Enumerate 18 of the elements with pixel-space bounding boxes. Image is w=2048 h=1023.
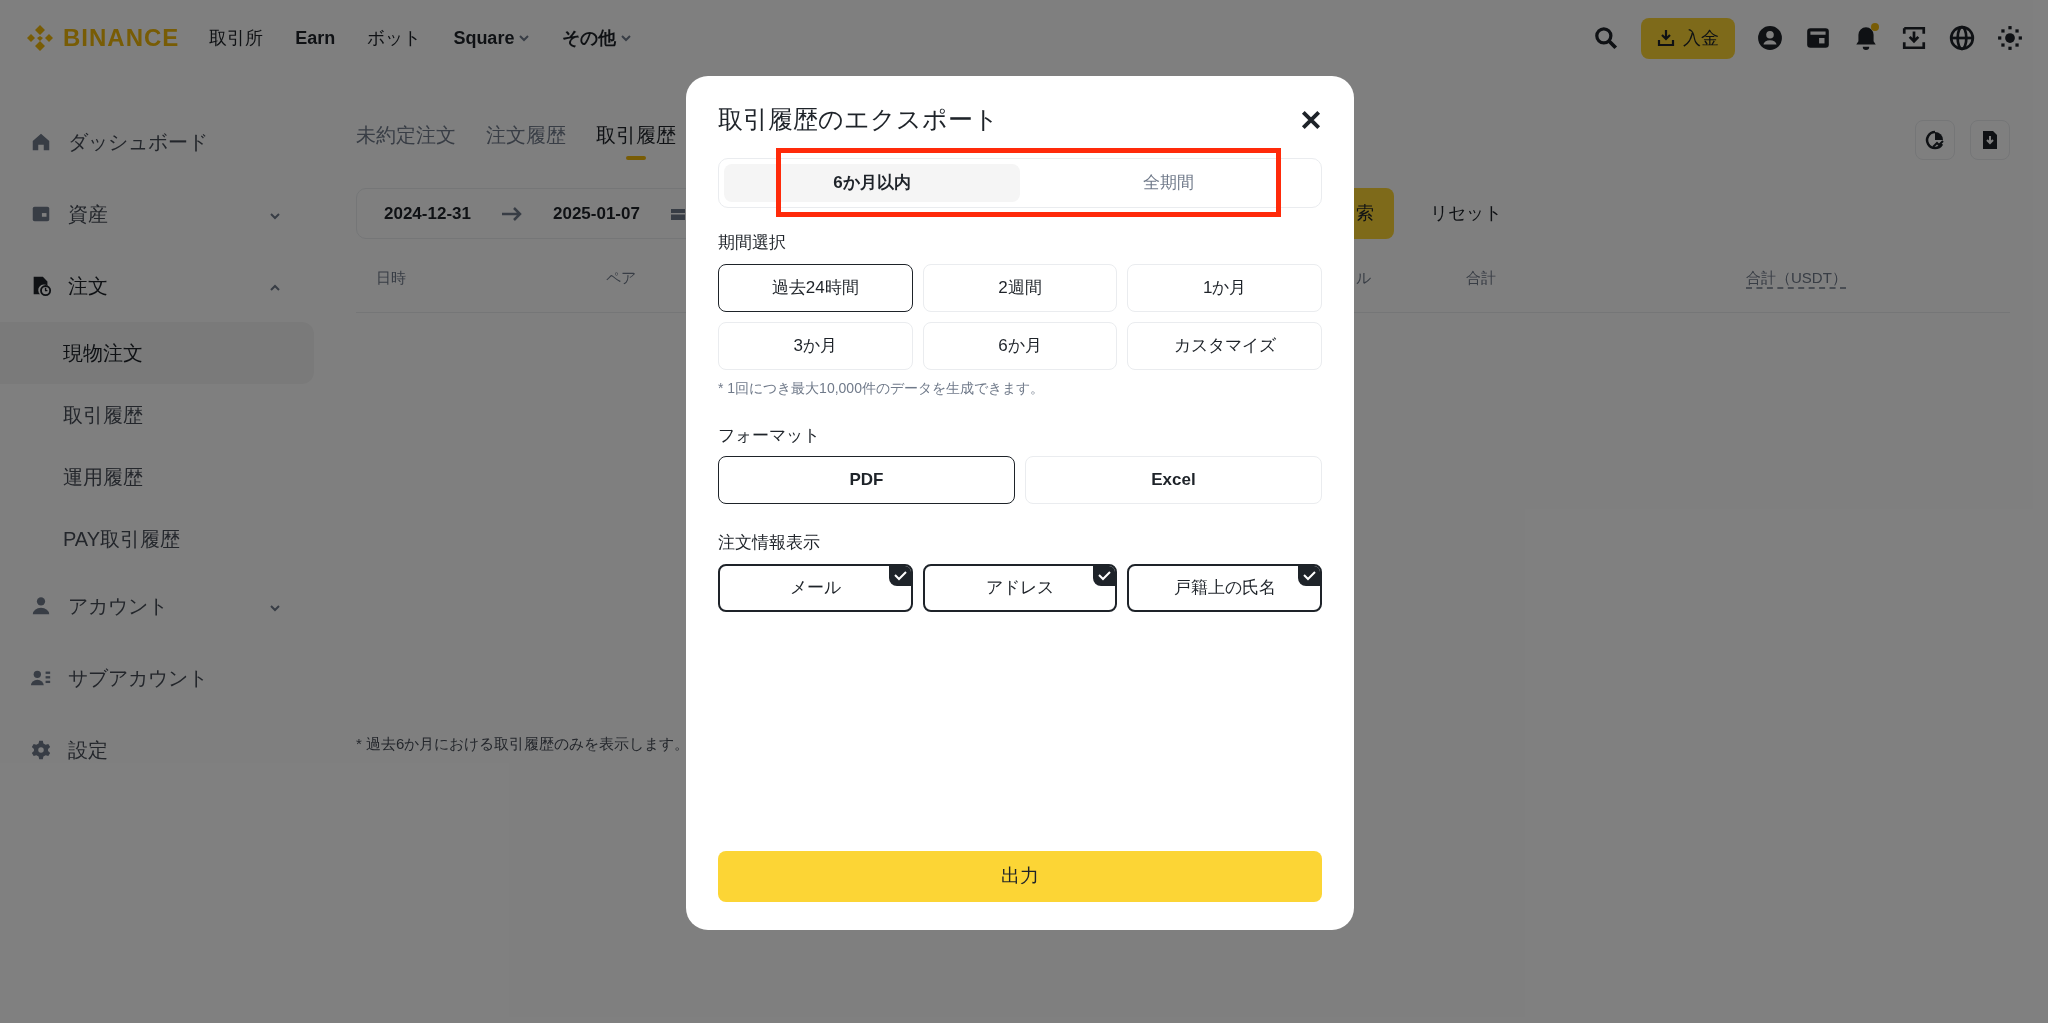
sidebar-label: 注文 xyxy=(68,274,109,299)
sidebar-label: ダッシュボード xyxy=(68,130,209,155)
period-note: * 1回につき最大10,000件のデータを生成できます。 xyxy=(718,378,1045,398)
dialog-title: 取引履歴のエクスポート xyxy=(718,104,999,136)
column-header: 合計（USDT） xyxy=(1746,268,1847,289)
footnote: * 過去6か月における取引履歴のみを表示します。 xyxy=(356,734,691,754)
column-header: ル xyxy=(1356,268,1371,289)
sidebar-label: アカウント xyxy=(68,594,169,619)
column-header: 日時 xyxy=(376,268,406,289)
section-label: 注文情報表示 xyxy=(718,532,821,554)
section-label: 期間選択 xyxy=(718,232,787,254)
logo-text: BINANCE xyxy=(63,23,180,53)
column-header: 合計 xyxy=(1466,268,1496,289)
sidebar-label: サブアカウント xyxy=(68,666,209,691)
sidebar-label: 設定 xyxy=(68,738,109,763)
section-label: フォーマット xyxy=(718,424,821,447)
column-header: ペア xyxy=(606,268,636,289)
sidebar-label: 資産 xyxy=(68,202,109,227)
